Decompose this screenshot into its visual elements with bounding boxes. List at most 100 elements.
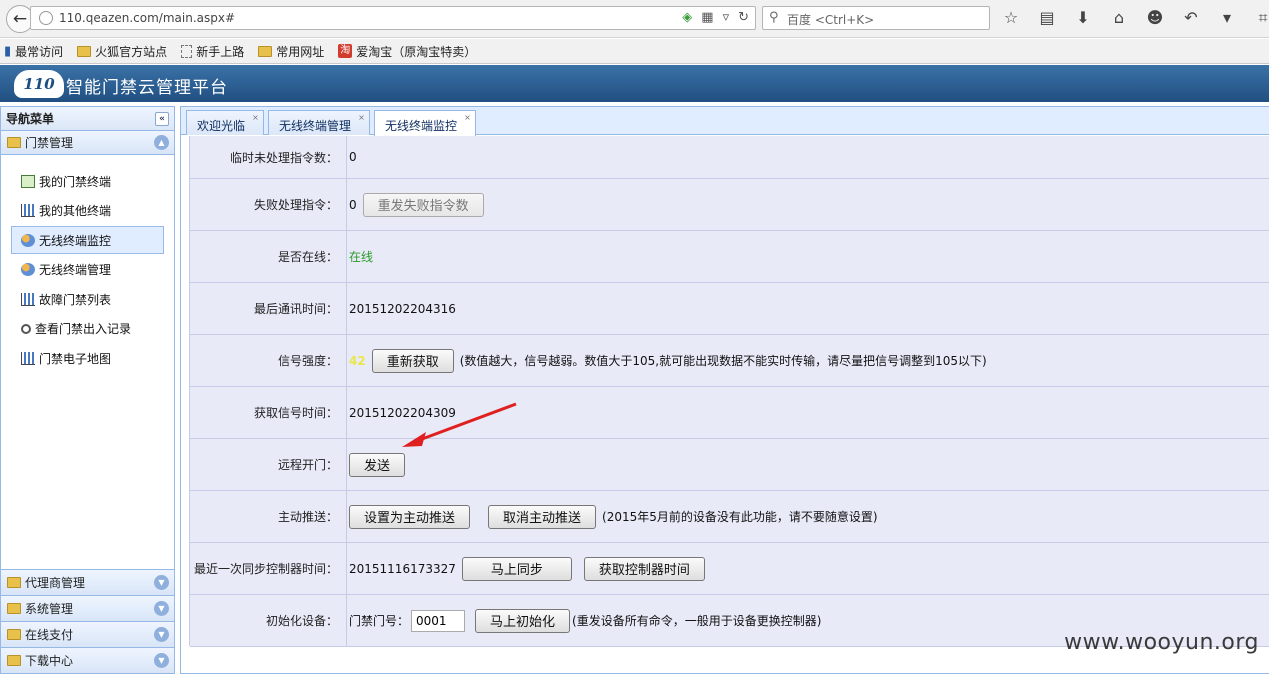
remote-open-label: 远程开门： (190, 439, 347, 490)
online-label: 是否在线： (190, 231, 347, 282)
expand-down-icon[interactable]: ▼ (154, 575, 169, 590)
bookmark-common-sites[interactable]: 常用网址 (258, 43, 324, 60)
init-note: (重发设备所有命令，一般用于设备更换控制器) (572, 614, 822, 628)
chart-icon (21, 292, 35, 306)
sidebar-bottom-panels: 代理商管理 ▼ 系统管理 ▼ 在线支付 ▼ 下载中心 ▼ (1, 569, 174, 673)
app-title: 智能门禁云管理平台 (66, 78, 228, 98)
panel-header-agents[interactable]: 代理商管理 ▼ (1, 569, 174, 595)
reload-icon[interactable]: ↻ (738, 10, 749, 25)
collapse-sidebar-icon[interactable]: « (155, 111, 169, 126)
menu-dropdown-icon[interactable]: ▾ (1216, 8, 1238, 28)
sidebar-title: 导航菜单 (6, 112, 55, 126)
panel-header-system[interactable]: 系统管理 ▼ (1, 595, 174, 621)
form-row-failed: 失败处理指令： 0 重发失败指令数 (190, 179, 1269, 231)
terminal-icon (21, 174, 35, 188)
form-row-push: 主动推送： 设置为主动推送 取消主动推送 (2015年5月前的设备没有此功能，请… (190, 491, 1269, 543)
bookmarks-bar: ▮ 最常访问 火狐官方站点 新手上路 常用网址 淘 爱淘宝（原淘宝特卖） (0, 39, 1269, 64)
url-bar-icons: ◈ ▦ ▿ ↻ (682, 10, 749, 25)
panel-header-payment[interactable]: 在线支付 ▼ (1, 621, 174, 647)
push-label: 主动推送： (190, 491, 347, 542)
tab-welcome[interactable]: 欢迎光临 × (186, 110, 265, 135)
tab-bar: 欢迎光临 × 无线终端管理 × 无线终端监控 × (181, 107, 1269, 136)
tab-wireless-monitor[interactable]: 无线终端监控 × (374, 110, 477, 136)
expand-down-icon[interactable]: ▼ (154, 653, 169, 668)
bookmark-getting-started[interactable]: 新手上路 (181, 43, 244, 60)
sidebar-item-faulty-doors[interactable]: 故障门禁列表 (11, 285, 174, 313)
sidebar-item-my-other-terminals[interactable]: 我的其他终端 (11, 197, 174, 225)
expand-down-icon[interactable]: ▼ (154, 601, 169, 616)
crop-icon[interactable]: ⌗ (1252, 8, 1269, 28)
users-icon (21, 233, 35, 247)
door-number-input[interactable] (411, 609, 466, 632)
home-icon[interactable]: ⌂ (1108, 8, 1130, 28)
search-input[interactable]: 百度 <Ctrl+K> (787, 11, 874, 28)
send-open-button[interactable]: 发送 (349, 452, 406, 477)
failed-value: 0 (349, 197, 357, 212)
bookmark-most-visited[interactable]: ▮ 最常访问 (4, 43, 63, 60)
back-arrow-icon: ← (12, 9, 28, 29)
shield-icon[interactable]: ◈ (682, 10, 692, 25)
form-row-pending: 临时未处理指令数： 0 (190, 136, 1269, 179)
form-row-sync: 最近一次同步控制器时间： 20151116173327 马上同步 获取控制器时间 (190, 543, 1269, 595)
folder-icon (7, 655, 21, 666)
taobao-icon: 淘 (338, 44, 353, 58)
users-icon (21, 263, 35, 276)
pending-label: 临时未处理指令数： (190, 136, 347, 178)
get-controller-time-button[interactable]: 获取控制器时间 (583, 556, 705, 581)
signal-note: (数值越大，信号越弱。数值大于105,就可能出现数据不能实时传输，请尽量把信号调… (459, 354, 987, 368)
panel-header-downloads[interactable]: 下载中心 ▼ (1, 647, 174, 673)
sync-now-button[interactable]: 马上同步 (461, 556, 572, 581)
tab-wireless-management[interactable]: 无线终端管理 × (268, 110, 371, 135)
nav-list: 我的门禁终端 我的其他终端 无线终端监控 无线终端管理 故障门禁列表 查看门禁出… (1, 155, 174, 562)
collapse-up-icon[interactable]: ▲ (154, 135, 169, 150)
browser-navbar: ← 110.qeazen.com/main.aspx# ◈ ▦ ▿ ↻ ⚲ 百度… (0, 0, 1269, 38)
bookmark-taobao[interactable]: 淘 爱淘宝（原淘宝特卖） (338, 43, 476, 60)
close-icon[interactable]: × (463, 113, 472, 122)
panel-header-access-control[interactable]: 门禁管理 ▲ (1, 131, 174, 155)
search-bar[interactable]: ⚲ 百度 <Ctrl+K> (762, 6, 990, 30)
page-icon (181, 44, 193, 58)
url-text[interactable]: 110.qeazen.com/main.aspx# (59, 11, 235, 25)
sync-value: 20151116173327 (349, 561, 456, 576)
last-comm-value: 20151202204316 (349, 301, 456, 316)
folder-icon (77, 45, 92, 57)
chat-icon[interactable]: ☻ (1144, 8, 1166, 28)
resend-failed-button[interactable]: 重发失败指令数 (362, 192, 484, 217)
globe-icon (39, 11, 53, 25)
sidebar-item-access-records[interactable]: 查看门禁出入记录 (11, 315, 174, 343)
bookmark-star-icon[interactable]: ☆ (1000, 8, 1022, 28)
close-icon[interactable]: × (357, 113, 366, 122)
init-label: 初始化设备： (190, 595, 347, 646)
magnifier-icon (21, 323, 31, 334)
folder-icon (7, 577, 21, 588)
download-icon[interactable]: ⬇ (1072, 8, 1094, 28)
sidebar-item-my-door-terminals[interactable]: 我的门禁终端 (11, 167, 174, 195)
init-now-button[interactable]: 马上初始化 (475, 608, 571, 633)
bookmark-firefox-site[interactable]: 火狐官方站点 (77, 43, 167, 60)
sidebar-item-wireless-management[interactable]: 无线终端管理 (11, 256, 174, 284)
sidebar-item-wireless-monitor[interactable]: 无线终端监控 (11, 226, 164, 254)
form-row-online: 是否在线： 在线 (190, 231, 1269, 283)
chart-icon (21, 351, 35, 365)
last-comm-label: 最后通讯时间： (190, 283, 347, 334)
cancel-push-button[interactable]: 取消主动推送 (488, 504, 597, 529)
signal-time-label: 获取信号时间： (190, 387, 347, 438)
logo: 110 (14, 70, 64, 98)
expand-down-icon[interactable]: ▼ (154, 627, 169, 642)
reading-list-icon[interactable]: ▤ (1036, 8, 1058, 28)
signal-value: 42 (349, 353, 366, 368)
search-icon: ⚲ (769, 10, 779, 25)
qr-code-icon[interactable]: ▦ (701, 10, 713, 25)
form-row-signal: 信号强度： 42 重新获取 (数值越大，信号越弱。数值大于105,就可能出现数据… (190, 335, 1269, 387)
url-bar[interactable]: 110.qeazen.com/main.aspx# ◈ ▦ ▿ ↻ (30, 6, 756, 30)
form-row-remote-open: 远程开门： 发送 (190, 439, 1269, 491)
set-push-button[interactable]: 设置为主动推送 (349, 504, 471, 529)
undo-icon[interactable]: ↶ (1180, 8, 1202, 28)
refetch-signal-button[interactable]: 重新获取 (371, 348, 454, 373)
close-icon[interactable]: × (251, 113, 260, 122)
sidebar: 导航菜单 « 门禁管理 ▲ 我的门禁终端 我的其他终端 无线终端监控 无线终端管… (0, 106, 175, 674)
main-panel: 欢迎光临 × 无线终端管理 × 无线终端监控 × 临时未处理指令数： 0 失败处… (180, 106, 1269, 674)
watermark: www.wooyun.org (1064, 630, 1259, 655)
sidebar-item-door-map[interactable]: 门禁电子地图 (11, 344, 174, 372)
dropdown-icon[interactable]: ▿ (723, 10, 730, 25)
